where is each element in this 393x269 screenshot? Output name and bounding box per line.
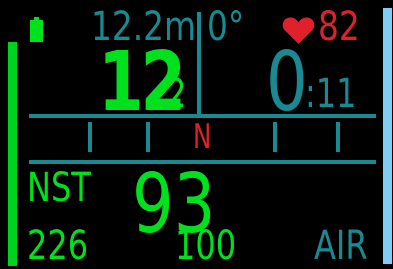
ndl-label: NST bbox=[27, 168, 107, 208]
oxygen-percent-text: 100 bbox=[175, 223, 237, 269]
heart-rate: 82 bbox=[318, 7, 369, 47]
ndl-label-text: NST bbox=[27, 165, 91, 211]
compass-tick bbox=[146, 122, 150, 152]
dive-time-sec: :11 bbox=[305, 74, 369, 114]
heading-text: 0° bbox=[207, 4, 245, 50]
tank-pressure: 226 bbox=[27, 226, 103, 266]
heart-rate-text: 82 bbox=[318, 4, 360, 50]
depth-main-decimal: .2 bbox=[156, 71, 187, 117]
heading: 0° bbox=[207, 7, 252, 47]
dive-time-min-text: 0 bbox=[266, 35, 308, 130]
dive-computer-screen: 12.2m 0° 82 12 .2 0 :11 N NST 93 226 100… bbox=[0, 0, 393, 268]
tank-pressure-text: 226 bbox=[27, 223, 89, 269]
compass-north: N bbox=[193, 120, 218, 154]
dive-time-sec-text: :11 bbox=[305, 71, 357, 117]
gas-type-text: AIR bbox=[314, 223, 368, 269]
tissue-saturation-bar bbox=[383, 8, 392, 264]
ascent-rate-bar bbox=[8, 42, 17, 266]
compass-tick bbox=[336, 122, 340, 152]
depth-main-decimal-wrap: .2 bbox=[156, 74, 194, 114]
gas-type: AIR bbox=[314, 226, 381, 266]
oxygen-percent: 100 bbox=[175, 226, 251, 266]
compass-tick bbox=[273, 122, 277, 152]
compass-north-label: N bbox=[193, 117, 212, 157]
compass-tick bbox=[88, 122, 92, 152]
battery-icon bbox=[30, 17, 43, 42]
